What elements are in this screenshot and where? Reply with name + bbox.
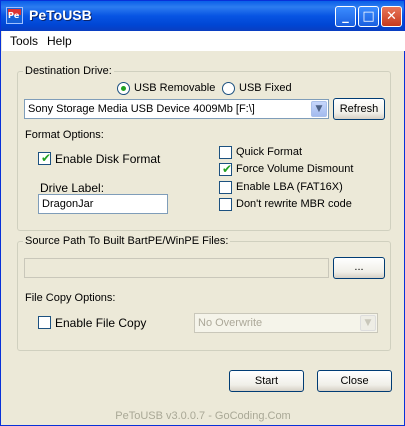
dont-rewrite-mbr-checkbox[interactable] (219, 198, 232, 211)
checkmark-icon: ✔ (41, 151, 52, 165)
menu-help[interactable]: Help (47, 34, 72, 48)
file-copy-options-label: File Copy Options: (23, 292, 118, 304)
close-window-button[interactable]: ✕ (381, 6, 402, 27)
drive-label-value: DragonJar (42, 198, 94, 210)
menu-bar: Tools Help (2, 31, 405, 51)
usb-removable-radio[interactable] (117, 82, 130, 95)
usb-fixed-label[interactable]: USB Fixed (239, 82, 292, 94)
drive-label-caption: Drive Label: (40, 181, 105, 195)
chevron-down-icon[interactable]: ▼ (360, 315, 376, 331)
drive-select-value: Sony Storage Media USB Device 4009Mb [F:… (28, 103, 255, 115)
source-path-label: Source Path To Built BartPE/WinPE Files: (23, 235, 231, 247)
maximize-button[interactable]: □ (358, 6, 379, 27)
close-button[interactable]: Close (317, 370, 392, 392)
format-options-label: Format Options: (23, 129, 106, 141)
quick-format-label[interactable]: Quick Format (236, 146, 302, 158)
enable-file-copy-checkbox[interactable] (38, 316, 51, 329)
overwrite-select-value: No Overwrite (198, 317, 263, 329)
enable-disk-format-label[interactable]: Enable Disk Format (55, 152, 160, 166)
browse-button[interactable]: ... (333, 257, 385, 279)
force-volume-dismount-label[interactable]: Force Volume Dismount (236, 163, 353, 175)
drive-select[interactable]: Sony Storage Media USB Device 4009Mb [F:… (24, 99, 329, 119)
start-button[interactable]: Start (229, 370, 304, 392)
overwrite-select[interactable]: No Overwrite ▼ (194, 313, 378, 333)
app-icon: Pe (6, 7, 23, 24)
usb-removable-label[interactable]: USB Removable (134, 82, 215, 94)
chevron-down-icon[interactable]: ▼ (311, 101, 327, 117)
minimize-button[interactable]: _ (335, 6, 356, 27)
enable-lba-label[interactable]: Enable LBA (FAT16X) (236, 181, 343, 193)
title-bar[interactable]: Pe PeToUSB _ □ ✕ (1, 1, 404, 31)
main-panel: Destination Drive: USB Removable USB Fix… (3, 53, 403, 425)
enable-lba-checkbox[interactable] (219, 181, 232, 194)
dont-rewrite-mbr-label[interactable]: Don't rewrite MBR code (236, 198, 352, 210)
source-path-input[interactable] (24, 258, 329, 278)
enable-disk-format-checkbox[interactable]: ✔ (38, 151, 52, 165)
quick-format-checkbox[interactable] (219, 146, 232, 159)
refresh-button[interactable]: Refresh (333, 98, 385, 120)
force-volume-dismount-checkbox[interactable]: ✔ (219, 162, 233, 176)
menu-tools[interactable]: Tools (10, 34, 38, 48)
usb-fixed-radio[interactable] (222, 82, 235, 95)
destination-group-label: Destination Drive: (23, 65, 114, 77)
enable-file-copy-label[interactable]: Enable File Copy (55, 316, 146, 330)
checkmark-icon: ✔ (222, 162, 233, 176)
app-window: Pe PeToUSB _ □ ✕ Tools Help Destination … (0, 0, 405, 426)
drive-label-input[interactable]: DragonJar (38, 194, 168, 214)
window-title: PeToUSB (29, 7, 92, 23)
footer-text: PeToUSB v3.0.0.7 - GoCoding.Com (115, 410, 291, 422)
